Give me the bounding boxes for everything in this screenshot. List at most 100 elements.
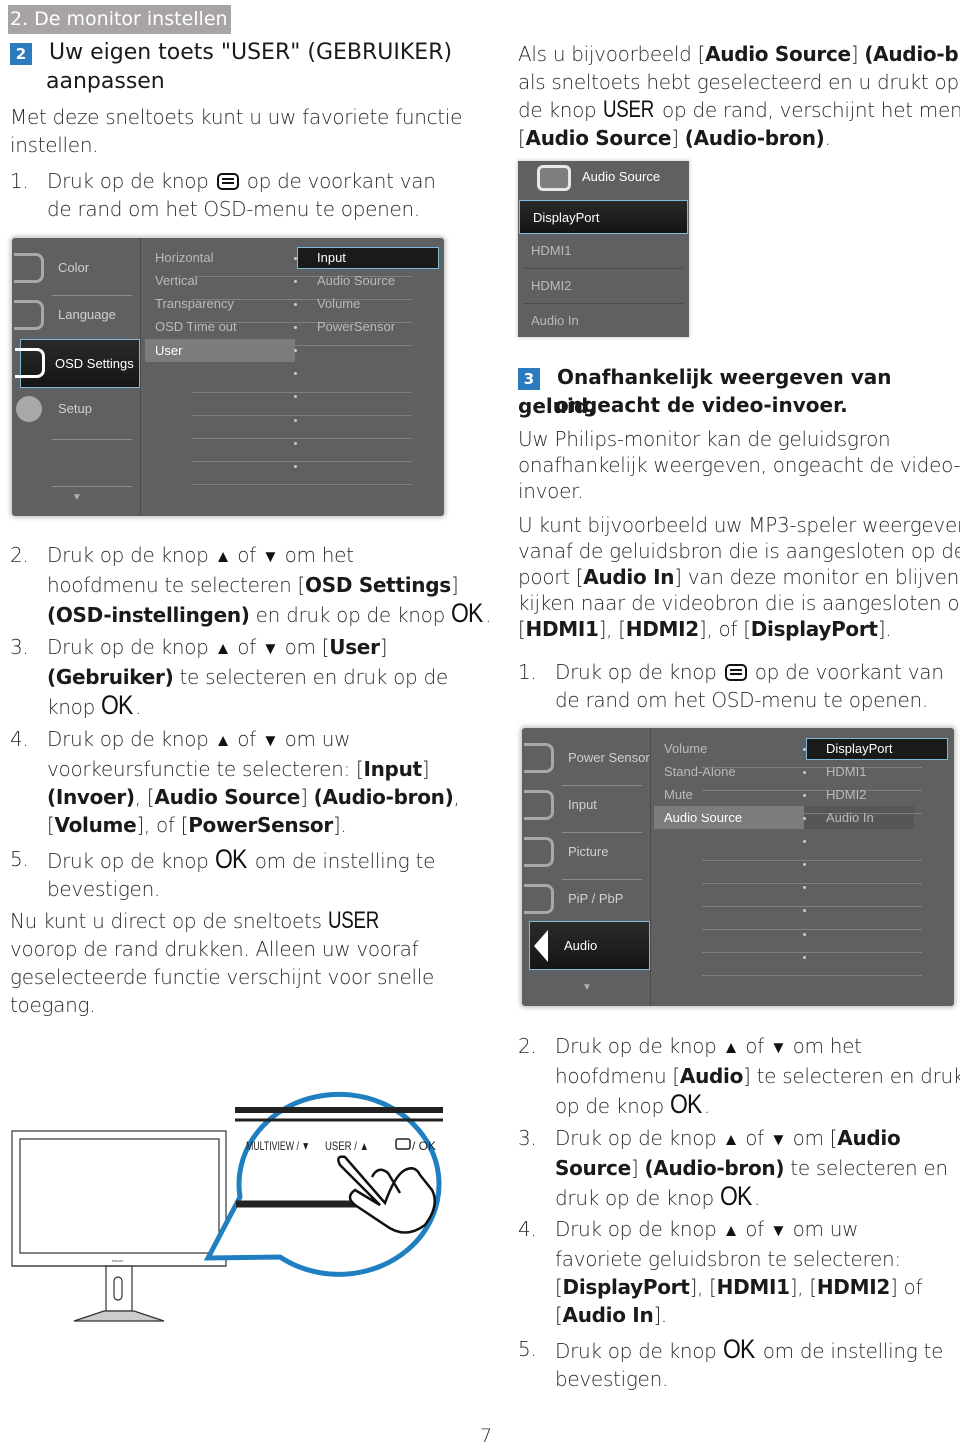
bullet [294,326,297,329]
ok-button-glyph: OK [451,598,483,628]
step-text: ]. [332,813,347,837]
bullet [294,419,297,422]
step-number: 1. [10,169,29,193]
divider [702,813,922,814]
step-text: favoriete geluidsbron te selecteren: [555,1247,901,1271]
scroll-down-arrow[interactable]: ▼ [72,492,82,503]
osd-settings-icon [15,348,45,378]
step-text: hoofdmenu te selecteren [ [47,573,306,597]
step-text-bold: (Audio-bron) [313,785,454,809]
osd-main-item-pip-pbp[interactable]: PiP / PbP [524,878,650,922]
item-label: Audio [564,938,598,953]
popup-option-hdmi1[interactable]: HDMI1 [518,234,689,268]
monitor-icon [11,1130,227,1322]
osd-option-volume[interactable]: Volume [317,296,360,311]
osd-option-audio-in[interactable]: Audio In [826,810,874,825]
step-text-bold: PowerSensor [188,813,333,837]
divider [702,790,922,791]
divider [702,975,922,976]
step-number: 2. [518,1034,537,1058]
menu-button-icon [724,664,747,681]
step-text: ], [ [689,1275,717,1299]
osd-menu-settings: Color Language OSD Settings Setup ▼ Hori… [12,238,444,516]
step-text: . [485,603,492,627]
bullet [294,372,297,375]
bullet [803,933,806,936]
divider [52,486,132,487]
osd-main-item-power-sensor[interactable]: Power Sensor [524,737,650,781]
paragraph-text-bold: DisplayPort [750,617,878,641]
bullet [803,909,806,912]
ok-button-glyph: OK [669,1089,702,1119]
section-number-badge: 3 [518,368,540,390]
osd-sub-item-mute[interactable]: Mute [664,787,693,802]
bullet [294,465,297,468]
osd-option-hdmi2[interactable]: HDMI2 [826,787,866,802]
speaker-icon [534,930,548,962]
paragraph-text: ], of [ [698,617,751,641]
popup-option-hdmi2[interactable]: HDMI2 [518,269,689,303]
osd-main-item-audio[interactable]: Audio [529,921,650,970]
step-text: hoofdmenu [ [555,1064,680,1088]
divider [192,461,412,462]
step-text-bold: HDMI1 [716,1275,790,1299]
down-arrow-icon: ▼ [769,1038,787,1058]
scroll-down-arrow[interactable]: ▼ [582,982,592,993]
step-text-bold: Input [363,757,422,781]
bullet [803,956,806,959]
step-number: 2. [10,543,29,567]
menu-button-icon [216,173,239,190]
osd-main-item-osd-settings[interactable]: OSD Settings [15,339,140,388]
osd-option-input[interactable]: Input [297,247,439,269]
step-text: bevestigen. [47,877,160,901]
osd-option-hdmi1[interactable]: HDMI1 [826,764,866,779]
paragraph-text: onafhankelijk weergeven, ongeacht de vid… [518,453,960,477]
popup-option-audio-in[interactable]: Audio In [518,304,689,338]
osd-option-powersensor[interactable]: PowerSensor [317,319,395,334]
divider [192,438,412,439]
step-text: . [135,695,142,719]
osd-main-item-language[interactable]: Language [14,294,140,338]
step-text-bold: (Gebruiker) [47,665,174,689]
step-text: te selecteren en druk op de [173,665,448,689]
osd-main-item-input[interactable]: Input [524,784,650,828]
intro-text: . [824,126,831,150]
item-label: PiP / PbP [568,891,624,906]
step-text: of [745,1034,764,1058]
ok-button-label: / OK [412,1139,436,1153]
osd-main-item-setup[interactable]: Setup [16,388,140,432]
divider [702,929,922,930]
popup-option-displayport[interactable]: DisplayPort [519,200,688,234]
osd-main-item-picture[interactable]: Picture [524,831,650,875]
note-text: Nu kunt u direct op de sneltoets [10,909,328,933]
bullet [803,840,806,843]
divider [192,299,412,300]
item-label: Input [568,797,597,812]
osd-sub-item-audio-source[interactable]: Audio Source [654,806,804,829]
bullet [803,771,806,774]
osd-sub-item-horizontal[interactable]: Horizontal [155,250,214,265]
intro-text: als sneltoets hebt geselecteerd en u dru… [518,70,959,94]
divider [192,392,412,393]
osd-option-displayport[interactable]: DisplayPort [806,738,948,760]
step-text-bold: (Invoer) [47,785,135,809]
osd-sub-item-volume[interactable]: Volume [664,741,707,756]
osd-sub-item-user[interactable]: User [145,339,295,362]
up-arrow-icon: ▲ [214,639,232,659]
step-text-bold: User [329,635,380,659]
note-text: voorop de rand drukken. Alleen uw vooraf [10,937,419,961]
ok-button-glyph: OK [722,1334,755,1364]
step-text: Druk op de knop [47,169,209,193]
intro-text-bold: Audio Source [525,126,672,150]
paragraph-text: Uw Philips-monitor kan de geluidsgron [518,427,891,451]
osd-option-audio-source[interactable]: Audio Source [317,273,395,288]
note-text: toegang. [10,993,96,1017]
osd-main-item-color[interactable]: Color [14,247,140,291]
intro-text: op de rand, verschijnt het menu [656,98,960,122]
right-step-1: 1. Druk op de knop op de voorkant van de… [518,658,958,714]
divider [702,767,922,768]
step-text: Druk op de knop [555,660,717,684]
step-text-bold: HDMI2 [816,1275,890,1299]
user-button-glyph: USER [327,907,379,934]
step-text: Druk op de knop [555,1339,723,1363]
